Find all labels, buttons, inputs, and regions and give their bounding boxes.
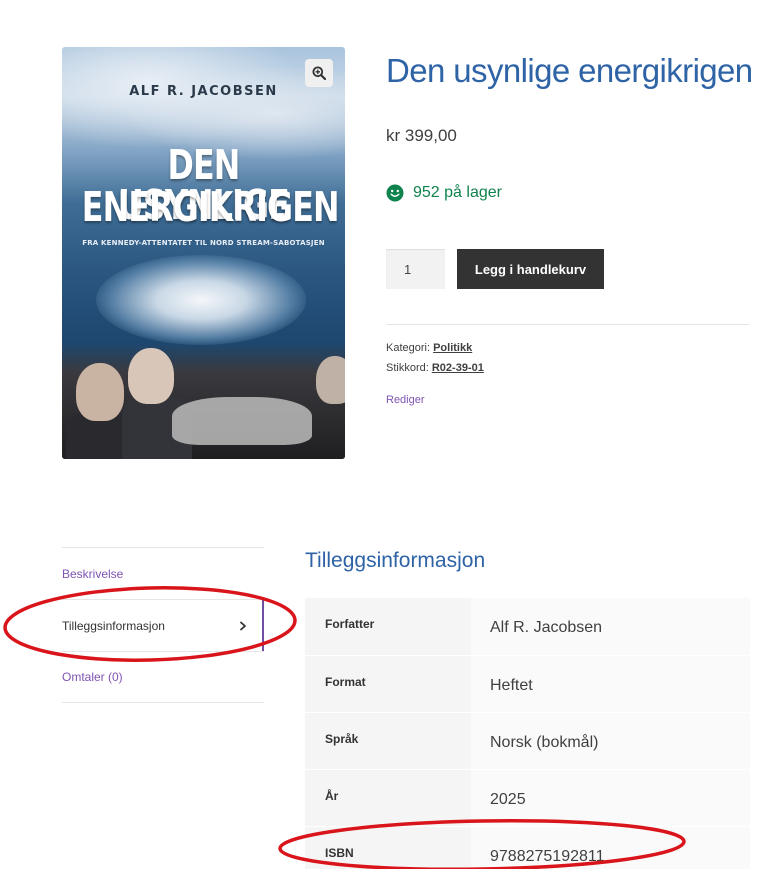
category-link[interactable]: Politikk [433, 342, 472, 354]
attribute-value: Alf R. Jacobsen [471, 598, 750, 655]
attribute-label: ISBN [305, 825, 471, 869]
attribute-value: Norsk (bokmål) [471, 711, 750, 769]
product-cover-image[interactable]: ALF R. JACOBSEN DEN USYNLIGE ENERGIKRIGE… [62, 47, 345, 459]
cover-figure [128, 348, 174, 404]
stock-status: 952 på lager [386, 184, 502, 202]
table-row: År 2025 [305, 768, 750, 826]
edit-link[interactable]: Rediger [386, 394, 425, 406]
chevron-right-icon [240, 621, 246, 630]
attribute-label: Forfatter [305, 598, 471, 655]
tab-label: Tilleggsinformasjon [62, 618, 165, 633]
tab-reviews[interactable]: Omtaler (0) [62, 651, 264, 703]
cover-figure [76, 363, 124, 421]
table-row: Forfatter Alf R. Jacobsen [305, 598, 750, 655]
attribute-label: Språk [305, 711, 471, 769]
product-tabs: Beskrivelse Tilleggsinformasjon Omtaler … [62, 547, 264, 703]
table-row: Språk Norsk (bokmål) [305, 711, 750, 769]
cover-title-line-2: ENERGIKRIGEN [81, 183, 340, 231]
cover-photo-people [62, 344, 345, 459]
attribute-value: 9788275192811 [471, 825, 750, 869]
cover-subtitle: FRA KENNEDY-ATTENTATET TIL NORD STREAM-S… [82, 239, 325, 247]
attribute-value: 2025 [471, 768, 750, 826]
attribute-value: Heftet [471, 654, 750, 712]
product-tags: Stikkord: R02-39-01 [386, 362, 484, 374]
tag-label: Stikkord: [386, 362, 429, 374]
cover-car [172, 397, 312, 445]
product-price: kr 399,00 [386, 126, 457, 145]
divider [386, 324, 749, 325]
tab-label: Beskrivelse [62, 566, 124, 581]
cover-author: ALF R. JACOBSEN [129, 84, 278, 99]
add-to-cart-button[interactable]: Legg i handlekurv [457, 249, 604, 289]
attribute-label: År [305, 768, 471, 826]
product-category: Kategori: Politikk [386, 342, 472, 354]
section-title: Tilleggsinformasjon [305, 549, 486, 572]
magnifier-plus-icon [312, 66, 326, 80]
smiley-icon [386, 184, 404, 202]
cover-sea-foam [96, 255, 306, 345]
tab-label: Omtaler (0) [62, 670, 123, 684]
quantity-input[interactable] [386, 249, 445, 289]
category-label: Kategori: [386, 342, 431, 354]
table-row: Format Heftet [305, 654, 750, 712]
tab-additional-information[interactable]: Tilleggsinformasjon [62, 599, 264, 651]
cover-figure [316, 356, 345, 404]
tag-link[interactable]: R02-39-01 [432, 362, 484, 374]
table-row: ISBN 9788275192811 [305, 825, 750, 869]
attributes-table: Forfatter Alf R. Jacobsen Format Heftet … [305, 598, 750, 869]
attribute-label: Format [305, 654, 471, 712]
product-title: Den usynlige energikrigen [386, 52, 753, 89]
tab-description[interactable]: Beskrivelse [62, 547, 264, 599]
zoom-button[interactable] [305, 59, 333, 87]
stock-text: 952 på lager [413, 184, 502, 201]
